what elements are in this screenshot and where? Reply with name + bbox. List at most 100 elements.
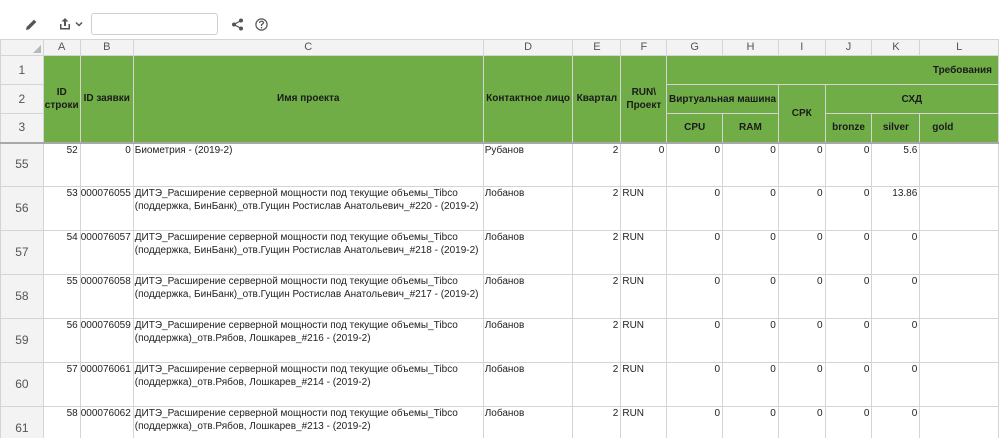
cell-quarter[interactable]: 2 (572, 230, 622, 275)
header-ram[interactable]: RAM (722, 113, 779, 143)
row-header[interactable]: 55 (0, 141, 44, 187)
cell-silver[interactable]: 5.6 (871, 141, 921, 187)
cell-contact[interactable]: Лобанов (482, 186, 574, 231)
cell-contact[interactable]: Лобанов (482, 406, 574, 438)
cell-ram[interactable]: 0 (722, 406, 779, 438)
cell-srk[interactable]: 0 (777, 186, 826, 231)
cell-id-row[interactable]: 54 (42, 230, 81, 275)
cell-srk[interactable]: 0 (777, 406, 826, 438)
cell-cpu[interactable]: 0 (666, 406, 724, 438)
edit-button[interactable] (22, 15, 40, 33)
cell-silver[interactable]: 0 (871, 318, 921, 363)
cell-gold[interactable] (919, 186, 999, 231)
cell-project-name[interactable]: ДИТЭ_Расширение серверной мощности под т… (132, 318, 484, 363)
row-header[interactable]: 57 (0, 230, 44, 275)
cell-silver[interactable]: 0 (871, 274, 921, 319)
cell-cpu[interactable]: 0 (666, 274, 724, 319)
cell-ram[interactable]: 0 (722, 318, 779, 363)
cell-run-project[interactable]: RUN (620, 318, 668, 363)
cell-id-request[interactable]: 000076058 (79, 274, 134, 319)
header-project-name[interactable]: Имя проекта (132, 55, 484, 143)
cell-quarter[interactable]: 2 (572, 186, 622, 231)
cell-project-name[interactable]: ДИТЭ_Расширение серверной мощности под т… (132, 406, 484, 438)
header-silver[interactable]: silver (871, 113, 921, 143)
cell-gold[interactable] (919, 362, 999, 407)
cell-srk[interactable]: 0 (777, 274, 826, 319)
cell-id-request[interactable]: 000076061 (79, 362, 134, 407)
cell-gold[interactable] (919, 274, 999, 319)
cell-project-name[interactable]: Биометрия - (2019-2) (132, 141, 484, 187)
column-header-c[interactable]: C (132, 39, 484, 56)
column-header-h[interactable]: H (722, 39, 779, 56)
cell-id-row[interactable]: 53 (42, 186, 81, 231)
cell-run-project[interactable]: RUN (620, 362, 668, 407)
cell-bronze[interactable]: 0 (824, 274, 873, 319)
header-bronze[interactable]: bronze (824, 113, 873, 143)
cell-id-row[interactable]: 58 (42, 406, 81, 438)
cell-bronze[interactable]: 0 (824, 362, 873, 407)
cell-cpu[interactable]: 0 (666, 318, 724, 363)
cell-silver[interactable]: 0 (871, 406, 921, 438)
cell-cpu[interactable]: 0 (666, 141, 724, 187)
cell-gold[interactable] (919, 230, 999, 275)
header-contact[interactable]: Контактное лицо (482, 55, 574, 143)
header-id-request[interactable]: ID заявки (79, 55, 134, 143)
cell-id-row[interactable]: 56 (42, 318, 81, 363)
row-header[interactable]: 60 (0, 362, 44, 407)
column-header-a[interactable]: A (42, 39, 81, 56)
row-header[interactable]: 3 (0, 113, 44, 143)
cell-run-project[interactable]: RUN (620, 274, 668, 319)
cell-gold[interactable] (919, 141, 999, 187)
cell-quarter[interactable]: 2 (572, 362, 622, 407)
cell-quarter[interactable]: 2 (572, 274, 622, 319)
cell-cpu[interactable]: 0 (666, 230, 724, 275)
column-header-j[interactable]: J (824, 39, 873, 56)
cell-bronze[interactable]: 0 (824, 141, 873, 187)
cell-quarter[interactable]: 2 (572, 141, 622, 187)
cell-contact[interactable]: Рубанов (482, 141, 574, 187)
export-dropdown-button[interactable] (55, 14, 85, 34)
cell-contact[interactable]: Лобанов (482, 230, 574, 275)
header-gold[interactable]: gold (919, 113, 999, 143)
row-header[interactable]: 1 (0, 55, 44, 85)
cell-project-name[interactable]: ДИТЭ_Расширение серверной мощности под т… (132, 186, 484, 231)
header-cpu[interactable]: CPU (666, 113, 724, 143)
cell-id-request[interactable]: 0 (79, 141, 134, 187)
column-header-d[interactable]: D (482, 39, 574, 56)
cell-project-name[interactable]: ДИТЭ_Расширение серверной мощности под т… (132, 274, 484, 319)
column-header-b[interactable]: B (79, 39, 134, 56)
column-header-l[interactable]: L (919, 39, 999, 56)
header-run-project[interactable]: RUN\ Проект (620, 55, 668, 143)
column-header-k[interactable]: K (871, 39, 921, 56)
cell-id-row[interactable]: 55 (42, 274, 81, 319)
cell-cpu[interactable]: 0 (666, 186, 724, 231)
cell-gold[interactable] (919, 406, 999, 438)
cell-ram[interactable]: 0 (722, 186, 779, 231)
cell-contact[interactable]: Лобанов (482, 318, 574, 363)
row-header[interactable]: 2 (0, 84, 44, 114)
column-header-e[interactable]: E (572, 39, 622, 56)
header-shd[interactable]: СХД (824, 84, 999, 114)
header-vm[interactable]: Виртуальная машина (666, 84, 779, 114)
cell-srk[interactable]: 0 (777, 362, 826, 407)
row-header[interactable]: 56 (0, 186, 44, 231)
cell-quarter[interactable]: 2 (572, 406, 622, 438)
row-header[interactable]: 61 (0, 406, 44, 438)
cell-id-request[interactable]: 000076057 (79, 230, 134, 275)
cell-ram[interactable]: 0 (722, 230, 779, 275)
cell-srk[interactable]: 0 (777, 230, 826, 275)
cell-srk[interactable]: 0 (777, 141, 826, 187)
column-header-g[interactable]: G (666, 39, 724, 56)
row-header[interactable]: 58 (0, 274, 44, 319)
cell-gold[interactable] (919, 318, 999, 363)
cell-bronze[interactable]: 0 (824, 186, 873, 231)
cell-ram[interactable]: 0 (722, 274, 779, 319)
column-header-f[interactable]: F (620, 39, 668, 56)
cell-cpu[interactable]: 0 (666, 362, 724, 407)
cell-run-project[interactable]: 0 (620, 141, 668, 187)
share-button[interactable] (229, 16, 245, 32)
header-quarter[interactable]: Квартал (572, 55, 622, 143)
cell-silver[interactable]: 13.86 (871, 186, 921, 231)
cell-ram[interactable]: 0 (722, 362, 779, 407)
spreadsheet-grid[interactable]: A B C D E F G H I J K L 1 ID строки ID з… (0, 39, 999, 438)
